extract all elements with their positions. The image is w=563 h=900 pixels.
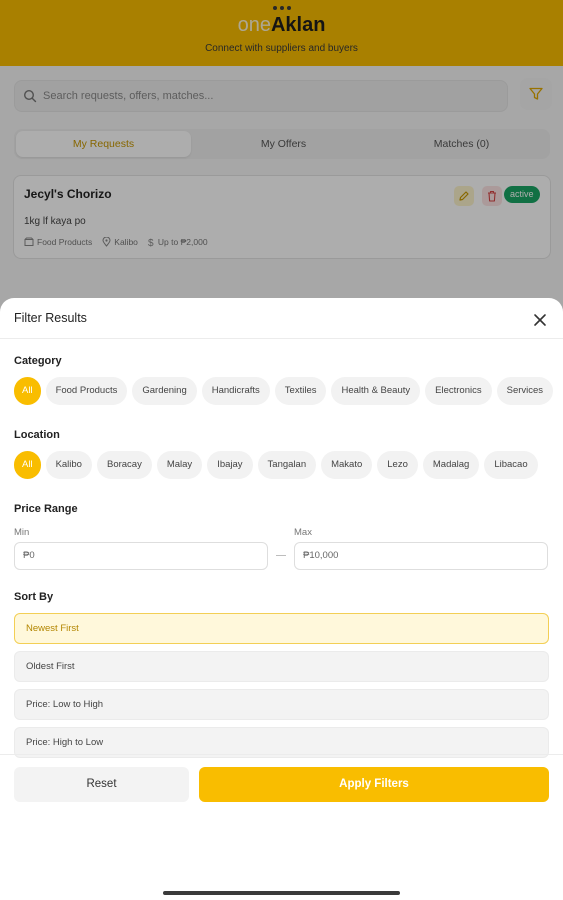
close-button[interactable] [530,310,550,330]
min-label: Min [14,527,30,538]
category-label: Category [14,355,62,367]
sheet-title: Filter Results [14,311,87,325]
location-chips: All Kalibo Boracay Malay Ibajay Tangalan Makat… [14,451,563,479]
range-separator [276,555,286,556]
home-indicator[interactable] [163,891,400,895]
max-label: Max [294,527,312,538]
location-chip[interactable]: Malay [156,451,203,479]
price-range-label: Price Range [14,503,78,515]
category-chip[interactable]: Services [496,377,554,405]
sort-option-newest[interactable]: Newest First [14,613,549,644]
location-chip[interactable]: Tangalan [257,451,317,479]
category-chip[interactable]: Electronics [425,377,492,405]
location-chip[interactable]: Makato [321,451,373,479]
divider [0,338,563,339]
category-chip[interactable]: Gardening [132,377,197,405]
location-chip[interactable]: Lezo [377,451,418,479]
close-icon [534,314,546,326]
category-chip[interactable]: Textiles [274,377,327,405]
footer-divider [0,754,563,755]
category-chip-all[interactable]: All [14,377,41,405]
max-price-input[interactable]: ₱10,000 [294,542,548,570]
category-chip[interactable]: Food Products [45,377,128,405]
reset-button[interactable]: Reset [14,767,189,802]
location-chip-all[interactable]: All [14,451,41,479]
min-price-input[interactable]: ₱0 [14,542,268,570]
location-chip[interactable]: Kalibo [45,451,92,479]
location-label: Location [14,429,60,441]
filter-sheet: Filter Results Category All Food Products… [0,298,563,900]
category-chip[interactable]: Handicrafts [201,377,270,405]
location-chip[interactable]: Boracay [96,451,152,479]
location-chip[interactable]: Libacao [484,451,538,479]
sort-by-label: Sort By [14,591,54,603]
location-chip[interactable]: Madalag [422,451,480,479]
apply-filters-button[interactable]: Apply Filters [199,767,549,802]
sort-option-oldest[interactable]: Oldest First [14,651,549,682]
location-chip[interactable]: Ibajay [207,451,253,479]
category-chips: All Food Products Gardening Handicrafts Text… [14,377,563,405]
sort-option-price-low-high[interactable]: Price: Low to High [14,689,549,720]
category-chip[interactable]: Health & Beauty [331,377,421,405]
